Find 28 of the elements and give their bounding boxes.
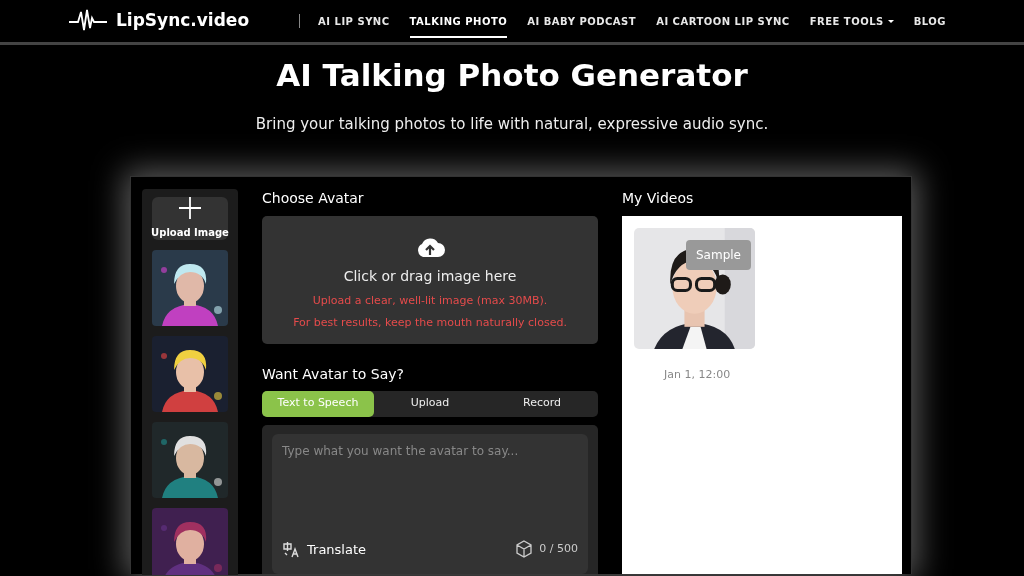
nav-link[interactable]: BLOG: [913, 0, 947, 44]
page-title: AI Talking Photo Generator: [275, 56, 749, 95]
logo-text[interactable]: LipSync.video: [116, 8, 250, 34]
page-subtitle: Bring your talking photos to life with natural, expressive audio sync.: [254, 114, 770, 135]
speech-text-field[interactable]: Type what you want the avatar to say... Translate 0 / 500: [272, 433, 588, 574]
nav-link[interactable]: TALKING PHOTO: [409, 0, 508, 44]
image-drop-zone[interactable]: Click or drag image here Upload a clear, well-lit image (max 30MB). For best results, keep the mouth naturally closed.: [262, 215, 598, 344]
drop-instruction: Click or drag image here: [343, 266, 517, 286]
section-heading: My Videos: [622, 189, 695, 206]
section-heading: Choose Avatar: [262, 189, 365, 206]
upload-image-button[interactable]: Upload Image: [152, 196, 228, 240]
speech-tab[interactable]: Record: [486, 390, 598, 417]
nav-link[interactable]: AI LIP SYNC: [318, 0, 390, 44]
section-heading: Want Avatar to Say?: [262, 365, 405, 382]
plus-icon: [179, 196, 201, 219]
translate-button[interactable]: Translate: [282, 539, 367, 559]
speech-tab[interactable]: Upload: [374, 390, 486, 417]
hint-text: For best results, keep the mouth naturally closed.: [293, 315, 567, 331]
nav-link[interactable]: AI BABY PODCAST: [527, 0, 637, 44]
sample-badge: Sample: [686, 239, 751, 270]
dice-icon[interactable]: [515, 540, 534, 559]
character-count: 0 / 500: [539, 541, 578, 557]
translate-icon: [282, 540, 299, 558]
video-date: Jan 1, 12:00: [664, 366, 732, 383]
nav-link[interactable]: FREE TOOLS: [809, 0, 894, 44]
hint-text: Upload a clear, well-lit image (max 30MB).: [312, 292, 548, 309]
text-input[interactable]: Type what you want the avatar to say...: [282, 441, 578, 534]
nav-link[interactable]: AI CARTOON LIP SYNC: [656, 0, 790, 44]
